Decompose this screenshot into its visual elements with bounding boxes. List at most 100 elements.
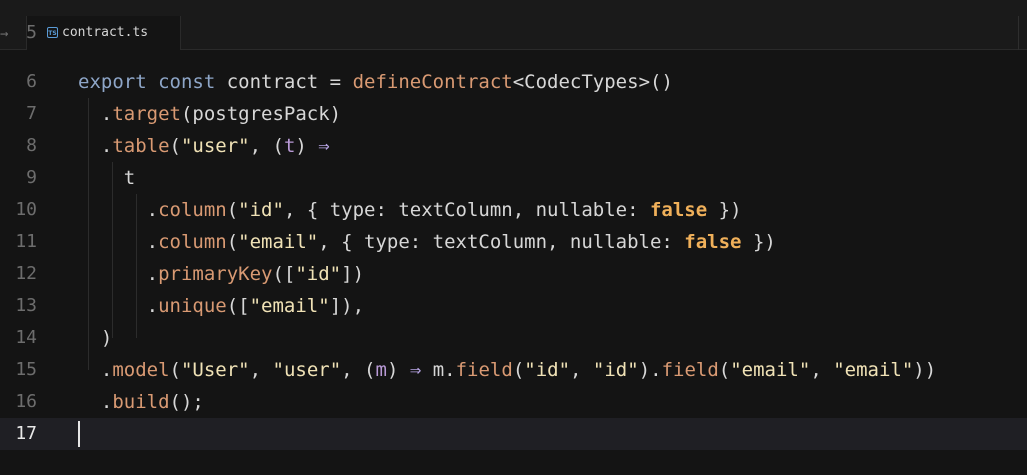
code-token: "email": [833, 359, 914, 381]
code-token: (: [169, 359, 181, 381]
code-token: <CodecTypes>(): [512, 71, 673, 93]
line-number: 16: [15, 391, 37, 412]
code-token: )): [913, 359, 937, 381]
code-token: ]): [341, 263, 365, 285]
code-token: ,: [249, 359, 273, 381]
indent-guide: [88, 98, 89, 370]
code-line[interactable]: 9 t: [0, 162, 1027, 194]
code-text: t: [78, 162, 135, 194]
code-line[interactable]: 7 .target(postgresPack): [0, 98, 1027, 130]
code-text: .column("id", { type: textColumn, nullab…: [78, 194, 742, 226]
code-token: defineContract: [352, 71, 513, 93]
code-line[interactable]: 12 .primaryKey(["id"]): [0, 258, 1027, 290]
code-token: ⇒: [409, 359, 422, 381]
code-token: t: [283, 135, 296, 157]
line-number: 8: [26, 135, 37, 156]
code-token: column: [158, 231, 227, 253]
code-token: (postgresPack): [180, 103, 342, 125]
code-token: .: [78, 135, 113, 157]
indent-guide: [112, 162, 113, 338]
code-token: (: [718, 359, 731, 381]
line-number: 11: [15, 231, 37, 252]
line-number: 7: [26, 103, 37, 124]
code-token: primaryKey: [158, 263, 273, 285]
code-token: table: [112, 135, 170, 157]
code-line[interactable]: 11 .column("email", { type: textColumn, …: [0, 226, 1027, 258]
code-token: (: [226, 231, 239, 253]
code-line[interactable]: 6 export const contract = defineContract<…: [0, 66, 1027, 98]
code-line[interactable]: 16 .build();: [0, 386, 1027, 418]
code-token: m.: [421, 359, 456, 381]
code-line[interactable]: 14 ): [0, 322, 1027, 354]
code-line[interactable]: 15 .model("User", "user", (m) ⇒ m.field(…: [0, 354, 1027, 386]
line-number: 10: [15, 199, 37, 220]
code-line[interactable]: 17: [0, 418, 1027, 450]
code-text: .model("User", "user", (m) ⇒ m.field("id…: [78, 354, 936, 386]
code-token: build: [112, 391, 170, 413]
code-area[interactable]: 5 6 export const contract = defineContrac…: [0, 23, 1027, 475]
code-line-partial: 5: [0, 23, 1027, 43]
code-token: "email": [730, 359, 811, 381]
code-token: , (: [249, 135, 284, 157]
code-token: ]),: [329, 295, 365, 317]
code-token: m: [375, 359, 387, 381]
code-token: .: [78, 359, 113, 381]
code-token: , { type: textColumn, nullable:: [318, 231, 685, 253]
code-token: model: [112, 359, 170, 381]
code-token: (: [512, 359, 525, 381]
line-number: 17: [15, 423, 37, 444]
code-token: export: [78, 71, 147, 93]
code-line[interactable]: 13 .unique(["email"]),: [0, 290, 1027, 322]
code-token: ([: [272, 263, 296, 285]
code-text: ): [78, 322, 112, 354]
code-text: .column("email", { type: textColumn, nul…: [78, 226, 776, 258]
code-token: field: [455, 359, 513, 381]
code-token: ).: [638, 359, 662, 381]
code-line[interactable]: 10 .column("id", { type: textColumn, nul…: [0, 194, 1027, 226]
line-number: 6: [26, 71, 37, 92]
code-token: ): [386, 359, 410, 381]
code-token: "user": [180, 135, 250, 157]
code-line[interactable]: 8 .table("user", (t) ⇒: [0, 130, 1027, 162]
code-token: ,: [810, 359, 834, 381]
code-token: "email": [249, 295, 330, 317]
text-cursor: [78, 421, 80, 447]
code-text: .build();: [78, 386, 204, 418]
code-token: ⇒: [318, 135, 330, 157]
code-token: .: [78, 391, 113, 413]
line-number: 14: [15, 327, 37, 348]
code-token: t: [78, 167, 136, 189]
code-token: false: [684, 231, 742, 253]
code-token: field: [661, 359, 719, 381]
code-token: "user": [272, 359, 342, 381]
code-token: "User": [180, 359, 250, 381]
line-number: 15: [15, 359, 37, 380]
code-editor[interactable]: → TS contract.ts 5 6 export const contrac…: [0, 0, 1027, 475]
code-token: }): [707, 199, 742, 221]
code-token: ([: [226, 295, 250, 317]
code-token: .: [78, 199, 159, 221]
code-token: ,: [570, 359, 593, 381]
code-text: export const contract = defineContract<C…: [78, 66, 673, 98]
code-token: target: [112, 103, 181, 125]
code-token: "id": [295, 263, 342, 285]
code-token: .: [78, 295, 159, 317]
code-token: (: [169, 135, 181, 157]
code-text: .target(postgresPack): [78, 98, 341, 130]
line-number: 12: [15, 263, 37, 284]
code-token: "id": [592, 359, 639, 381]
code-token: false: [649, 199, 708, 221]
code-token: "id": [238, 199, 284, 221]
code-text: .unique(["email"]),: [78, 290, 364, 322]
code-token: contract =: [215, 71, 353, 93]
line-number: 13: [15, 295, 37, 316]
code-token: unique: [158, 295, 227, 317]
code-token: const: [158, 71, 216, 93]
code-token: ();: [169, 391, 204, 413]
code-token: .: [78, 231, 159, 253]
code-token: (: [226, 199, 239, 221]
code-token: ): [295, 135, 319, 157]
code-token: column: [158, 199, 227, 221]
indent-guide: [136, 194, 137, 338]
